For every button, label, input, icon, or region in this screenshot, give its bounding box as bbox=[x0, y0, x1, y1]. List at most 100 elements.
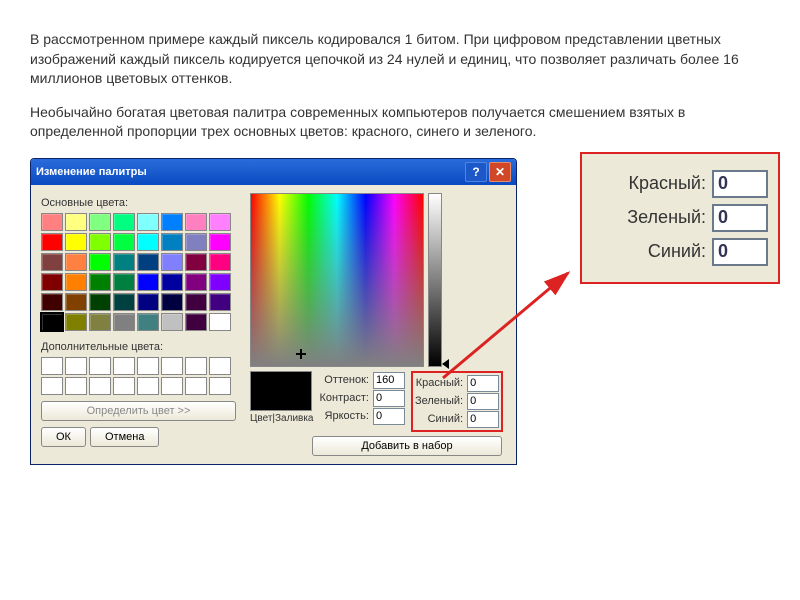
basic-colors-label: Основные цвета: bbox=[41, 197, 242, 209]
basic-color-swatch[interactable] bbox=[185, 213, 207, 231]
paragraph-1: В рассмотренном примере каждый пиксель к… bbox=[30, 30, 770, 89]
basic-color-swatch[interactable] bbox=[185, 313, 207, 331]
zoom-red-input[interactable] bbox=[712, 170, 768, 198]
extra-color-swatch[interactable] bbox=[161, 357, 183, 375]
basic-color-swatch[interactable] bbox=[137, 253, 159, 271]
basic-color-swatch[interactable] bbox=[113, 273, 135, 291]
basic-color-swatch[interactable] bbox=[161, 273, 183, 291]
basic-color-swatch[interactable] bbox=[209, 293, 231, 311]
lum-label: Яркость: bbox=[325, 410, 369, 422]
basic-color-swatch[interactable] bbox=[113, 233, 135, 251]
color-dialog: Изменение палитры ? ✕ Основные цвета: До… bbox=[30, 158, 517, 465]
basic-color-swatch[interactable] bbox=[41, 313, 63, 331]
basic-color-swatch[interactable] bbox=[89, 233, 111, 251]
green-label: Зеленый: bbox=[415, 395, 463, 407]
basic-color-swatch[interactable] bbox=[137, 313, 159, 331]
extra-color-swatch[interactable] bbox=[209, 357, 231, 375]
zoom-blue-label: Синий: bbox=[648, 241, 706, 262]
extra-color-swatch[interactable] bbox=[209, 377, 231, 395]
extra-color-swatch[interactable] bbox=[89, 377, 111, 395]
extra-color-swatch[interactable] bbox=[65, 377, 87, 395]
extra-color-swatch[interactable] bbox=[41, 357, 63, 375]
color-gradient[interactable] bbox=[250, 193, 424, 367]
basic-color-swatch[interactable] bbox=[89, 293, 111, 311]
basic-color-swatch[interactable] bbox=[137, 233, 159, 251]
basic-color-swatch[interactable] bbox=[65, 293, 87, 311]
zoom-blue-input[interactable] bbox=[712, 238, 768, 266]
close-button[interactable]: ✕ bbox=[489, 162, 511, 182]
sat-input[interactable] bbox=[373, 390, 405, 407]
basic-color-swatch[interactable] bbox=[209, 233, 231, 251]
extra-color-swatch[interactable] bbox=[161, 377, 183, 395]
basic-color-swatch[interactable] bbox=[113, 213, 135, 231]
basic-color-swatch[interactable] bbox=[41, 293, 63, 311]
ok-button[interactable]: ОК bbox=[41, 427, 86, 447]
basic-color-swatch[interactable] bbox=[161, 293, 183, 311]
extra-color-swatch[interactable] bbox=[113, 357, 135, 375]
extra-color-swatch[interactable] bbox=[185, 357, 207, 375]
basic-color-swatch[interactable] bbox=[89, 213, 111, 231]
extra-color-swatch[interactable] bbox=[65, 357, 87, 375]
basic-color-swatch[interactable] bbox=[113, 293, 135, 311]
title-bar[interactable]: Изменение палитры ? ✕ bbox=[31, 159, 516, 185]
blue-input[interactable] bbox=[467, 411, 499, 428]
basic-color-swatch[interactable] bbox=[161, 213, 183, 231]
basic-color-swatch[interactable] bbox=[161, 313, 183, 331]
cancel-button[interactable]: Отмена bbox=[90, 427, 159, 447]
extra-color-swatch[interactable] bbox=[41, 377, 63, 395]
red-input[interactable] bbox=[467, 375, 499, 392]
define-color-button[interactable]: Определить цвет >> bbox=[41, 401, 236, 421]
sat-label: Контраст: bbox=[320, 392, 369, 404]
zoom-green-input[interactable] bbox=[712, 204, 768, 232]
basic-color-swatch[interactable] bbox=[89, 313, 111, 331]
basic-color-swatch[interactable] bbox=[65, 233, 87, 251]
basic-color-swatch[interactable] bbox=[41, 253, 63, 271]
basic-color-swatch[interactable] bbox=[113, 253, 135, 271]
add-to-custom-button[interactable]: Добавить в набор bbox=[312, 436, 502, 456]
lum-input[interactable] bbox=[373, 408, 405, 425]
red-label: Красный: bbox=[416, 377, 463, 389]
extra-color-swatch[interactable] bbox=[137, 357, 159, 375]
basic-color-swatch[interactable] bbox=[137, 273, 159, 291]
green-input[interactable] bbox=[467, 393, 499, 410]
basic-color-swatch[interactable] bbox=[185, 293, 207, 311]
basic-color-swatch[interactable] bbox=[89, 273, 111, 291]
solid-label: Цвет|Заливка bbox=[250, 413, 314, 424]
basic-color-swatch[interactable] bbox=[209, 253, 231, 271]
basic-color-swatch[interactable] bbox=[161, 233, 183, 251]
zoom-rgb-panel: Красный: Зеленый: Синий: bbox=[580, 152, 780, 284]
dialog-title: Изменение палитры bbox=[36, 166, 463, 178]
hue-input[interactable] bbox=[373, 372, 405, 389]
basic-color-swatch[interactable] bbox=[137, 293, 159, 311]
extra-colors-label: Дополнительные цвета: bbox=[41, 341, 242, 353]
basic-color-swatch[interactable] bbox=[65, 313, 87, 331]
color-preview bbox=[250, 371, 312, 411]
basic-color-swatch[interactable] bbox=[41, 213, 63, 231]
extra-color-swatch[interactable] bbox=[185, 377, 207, 395]
extra-color-swatch[interactable] bbox=[113, 377, 135, 395]
basic-color-swatch[interactable] bbox=[89, 253, 111, 271]
luminance-slider[interactable] bbox=[428, 193, 442, 367]
extra-color-swatch[interactable] bbox=[89, 357, 111, 375]
rgb-highlighted-block: Красный: Зеленый: Синий: bbox=[411, 371, 503, 432]
basic-color-swatch[interactable] bbox=[137, 213, 159, 231]
basic-color-swatch[interactable] bbox=[185, 253, 207, 271]
basic-color-swatch[interactable] bbox=[185, 233, 207, 251]
extra-colors-grid bbox=[41, 357, 242, 395]
basic-color-swatch[interactable] bbox=[185, 273, 207, 291]
help-button[interactable]: ? bbox=[465, 162, 487, 182]
basic-color-swatch[interactable] bbox=[209, 313, 231, 331]
basic-color-swatch[interactable] bbox=[41, 273, 63, 291]
zoom-red-label: Красный: bbox=[629, 173, 706, 194]
basic-color-swatch[interactable] bbox=[65, 273, 87, 291]
extra-color-swatch[interactable] bbox=[137, 377, 159, 395]
basic-color-swatch[interactable] bbox=[65, 253, 87, 271]
basic-color-swatch[interactable] bbox=[113, 313, 135, 331]
blue-label: Синий: bbox=[428, 413, 464, 425]
basic-color-swatch[interactable] bbox=[65, 213, 87, 231]
basic-color-swatch[interactable] bbox=[161, 253, 183, 271]
basic-color-swatch[interactable] bbox=[209, 273, 231, 291]
zoom-green-label: Зеленый: bbox=[627, 207, 706, 228]
basic-color-swatch[interactable] bbox=[209, 213, 231, 231]
basic-color-swatch[interactable] bbox=[41, 233, 63, 251]
